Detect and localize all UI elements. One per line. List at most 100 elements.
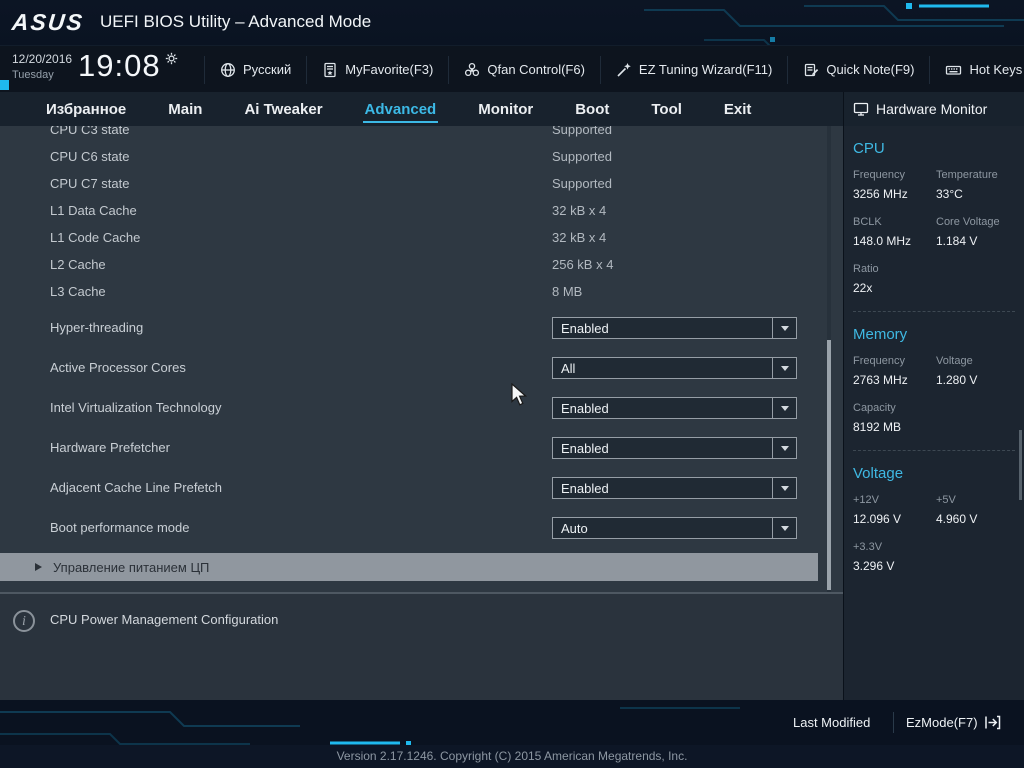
exit-arrow-icon [984,715,1001,730]
intel-virtualization-select[interactable]: Enabled [552,397,797,419]
setting-label: CPU C7 state [50,176,130,191]
stat-value: 8192 MB [853,420,902,434]
stat-value: 1.280 V [936,373,978,387]
dropdown-value: All [561,360,576,376]
language-button[interactable]: Русский [204,55,306,84]
chevron-down-icon[interactable] [772,398,796,418]
version-text: Version 2.17.1246. Copyright (C) 2015 Am… [336,749,688,763]
sidebar-scrollbar-thumb[interactable] [1019,430,1022,500]
version-strip: Version 2.17.1246. Copyright (C) 2015 Am… [0,745,1024,768]
settings-panel: CPU C3 state Supported CPU C6 state Supp… [0,126,843,592]
chevron-down-icon[interactable] [772,518,796,538]
asus-logo: ASUS [10,9,86,35]
tab-favorites[interactable]: Избранное [44,95,128,123]
setting-label: CPU C6 state [50,149,130,164]
tab-ai-tweaker[interactable]: Ai Tweaker [242,95,324,123]
stat-label: +3.3V [853,541,883,553]
setting-label: CPU C3 state [50,126,130,137]
section-divider [853,311,1015,312]
stat-value: 2763 MHz [853,373,908,387]
stat-value: 12.096 V [853,512,902,526]
setting-label: L1 Code Cache [50,230,141,245]
note-pencil-icon [803,62,819,78]
adjacent-cache-line-prefetch-select[interactable]: Enabled [552,477,797,499]
quick-note-label: Quick Note(F9) [826,62,915,77]
stat-cpu-frequency: Frequency 3256 MHz [853,169,936,201]
title-row: ASUS UEFI BIOS Utility – Advanced Mode [0,0,1024,45]
setting-row-hyper-threading: Hyper-threading Enabled [0,308,843,348]
tab-tool[interactable]: Tool [649,95,684,123]
active-processor-cores-select[interactable]: All [552,357,797,379]
stat-label: +5V [936,494,956,506]
info-rows: CPU C3 state Supported CPU C6 state Supp… [0,126,843,305]
stat-cpu-ratio: Ratio 22x [853,263,936,295]
hw-section-voltage: Voltage +12V 12.096 V +5V 4.960 V +3.3V … [844,465,1024,573]
stat-cpu-temperature: Temperature 33°C [936,169,1015,201]
ez-tuning-wizard-button[interactable]: EZ Tuning Wizard(F11) [599,55,787,84]
page-title: UEFI BIOS Utility – Advanced Mode [100,12,372,31]
bios-screen: ASUS UEFI BIOS Utility – Advanced Mode 1… [0,0,1024,768]
stat-voltage-3-3v: +3.3V 3.296 V [853,541,936,573]
stat-label: +12V [853,494,879,506]
ezmode-button[interactable]: EzMode(F7) [906,700,1001,745]
stat-value: 1.184 V [936,234,978,248]
qfan-control-button[interactable]: Qfan Control(F6) [448,55,600,84]
dropdown-value: Auto [561,520,588,536]
chevron-down-icon[interactable] [772,438,796,458]
stat-label: Temperature [936,169,998,181]
date-text: 12/20/2016 [12,52,73,66]
gear-icon[interactable] [165,52,178,65]
ezmode-label: EzMode(F7) [906,715,978,730]
document-star-icon [322,62,338,78]
stat-label: Core Voltage [936,216,1000,228]
keyboard-icon [945,62,962,78]
submenu-arrow-icon [35,563,42,571]
dropdown-value: Enabled [561,440,609,456]
scrollbar-thumb[interactable] [827,340,831,590]
boot-performance-mode-select[interactable]: Auto [552,517,797,539]
help-text: CPU Power Management Configuration [50,612,279,627]
submenu-label: Управление питанием ЦП [53,559,210,575]
tab-main[interactable]: Main [166,95,204,123]
quick-note-button[interactable]: Quick Note(F9) [787,55,929,84]
setting-row-adjacent-cache-line-prefetch: Adjacent Cache Line Prefetch Enabled [0,468,843,508]
qfan-label: Qfan Control(F6) [487,62,585,77]
setting-label: Hyper-threading [50,320,144,335]
stat-voltage-5v: +5V 4.960 V [936,494,1015,526]
globe-icon [220,62,236,78]
hw-section-cpu: CPU Frequency 3256 MHz Temperature 33°C … [844,140,1024,295]
tab-boot[interactable]: Boot [573,95,611,123]
hyper-threading-select[interactable]: Enabled [552,317,797,339]
stat-label: Frequency [853,355,905,367]
tab-monitor[interactable]: Monitor [476,95,535,123]
myfavorite-label: MyFavorite(F3) [345,62,434,77]
cpu-power-management-submenu[interactable]: Управление питанием ЦП [0,553,818,581]
setting-value: Supported [552,149,612,164]
stat-cpu-bclk: BCLK 148.0 MHz [853,216,936,248]
stat-label: Ratio [853,263,879,275]
myfavorite-button[interactable]: MyFavorite(F3) [306,55,448,84]
stat-label: Voltage [936,355,973,367]
setting-row-cpu-c7: CPU C7 state Supported [0,170,843,197]
setting-row-active-processor-cores: Active Processor Cores All [0,348,843,388]
stat-memory-voltage: Voltage 1.280 V [936,355,1015,387]
date-block: 12/20/2016 Tuesday [12,52,72,82]
hardware-prefetcher-select[interactable]: Enabled [552,437,797,459]
chevron-down-icon[interactable] [772,318,796,338]
stat-label: Frequency [853,169,905,181]
setting-value: 8 MB [552,284,583,299]
last-modified-button[interactable]: Last Modified [793,700,870,745]
help-panel: i CPU Power Management Configuration [0,592,843,700]
stat-value: 33°C [936,187,963,201]
chevron-down-icon[interactable] [772,478,796,498]
main-menu-bar: Избранное Main Ai Tweaker Advanced Monit… [0,92,843,126]
tab-advanced[interactable]: Advanced [362,95,439,123]
hot-keys-button[interactable]: Hot Keys [929,55,1024,84]
footer-divider [893,712,894,733]
stat-cpu-core-voltage: Core Voltage 1.184 V [936,216,1015,248]
tab-exit[interactable]: Exit [722,95,754,123]
setting-label: Active Processor Cores [50,360,186,375]
hardware-monitor-header: Hardware Monitor [844,92,1024,126]
clock-toolbar-row: 12/20/2016 Tuesday 19:08 Русский MyFavor… [0,45,1024,92]
chevron-down-icon[interactable] [772,358,796,378]
